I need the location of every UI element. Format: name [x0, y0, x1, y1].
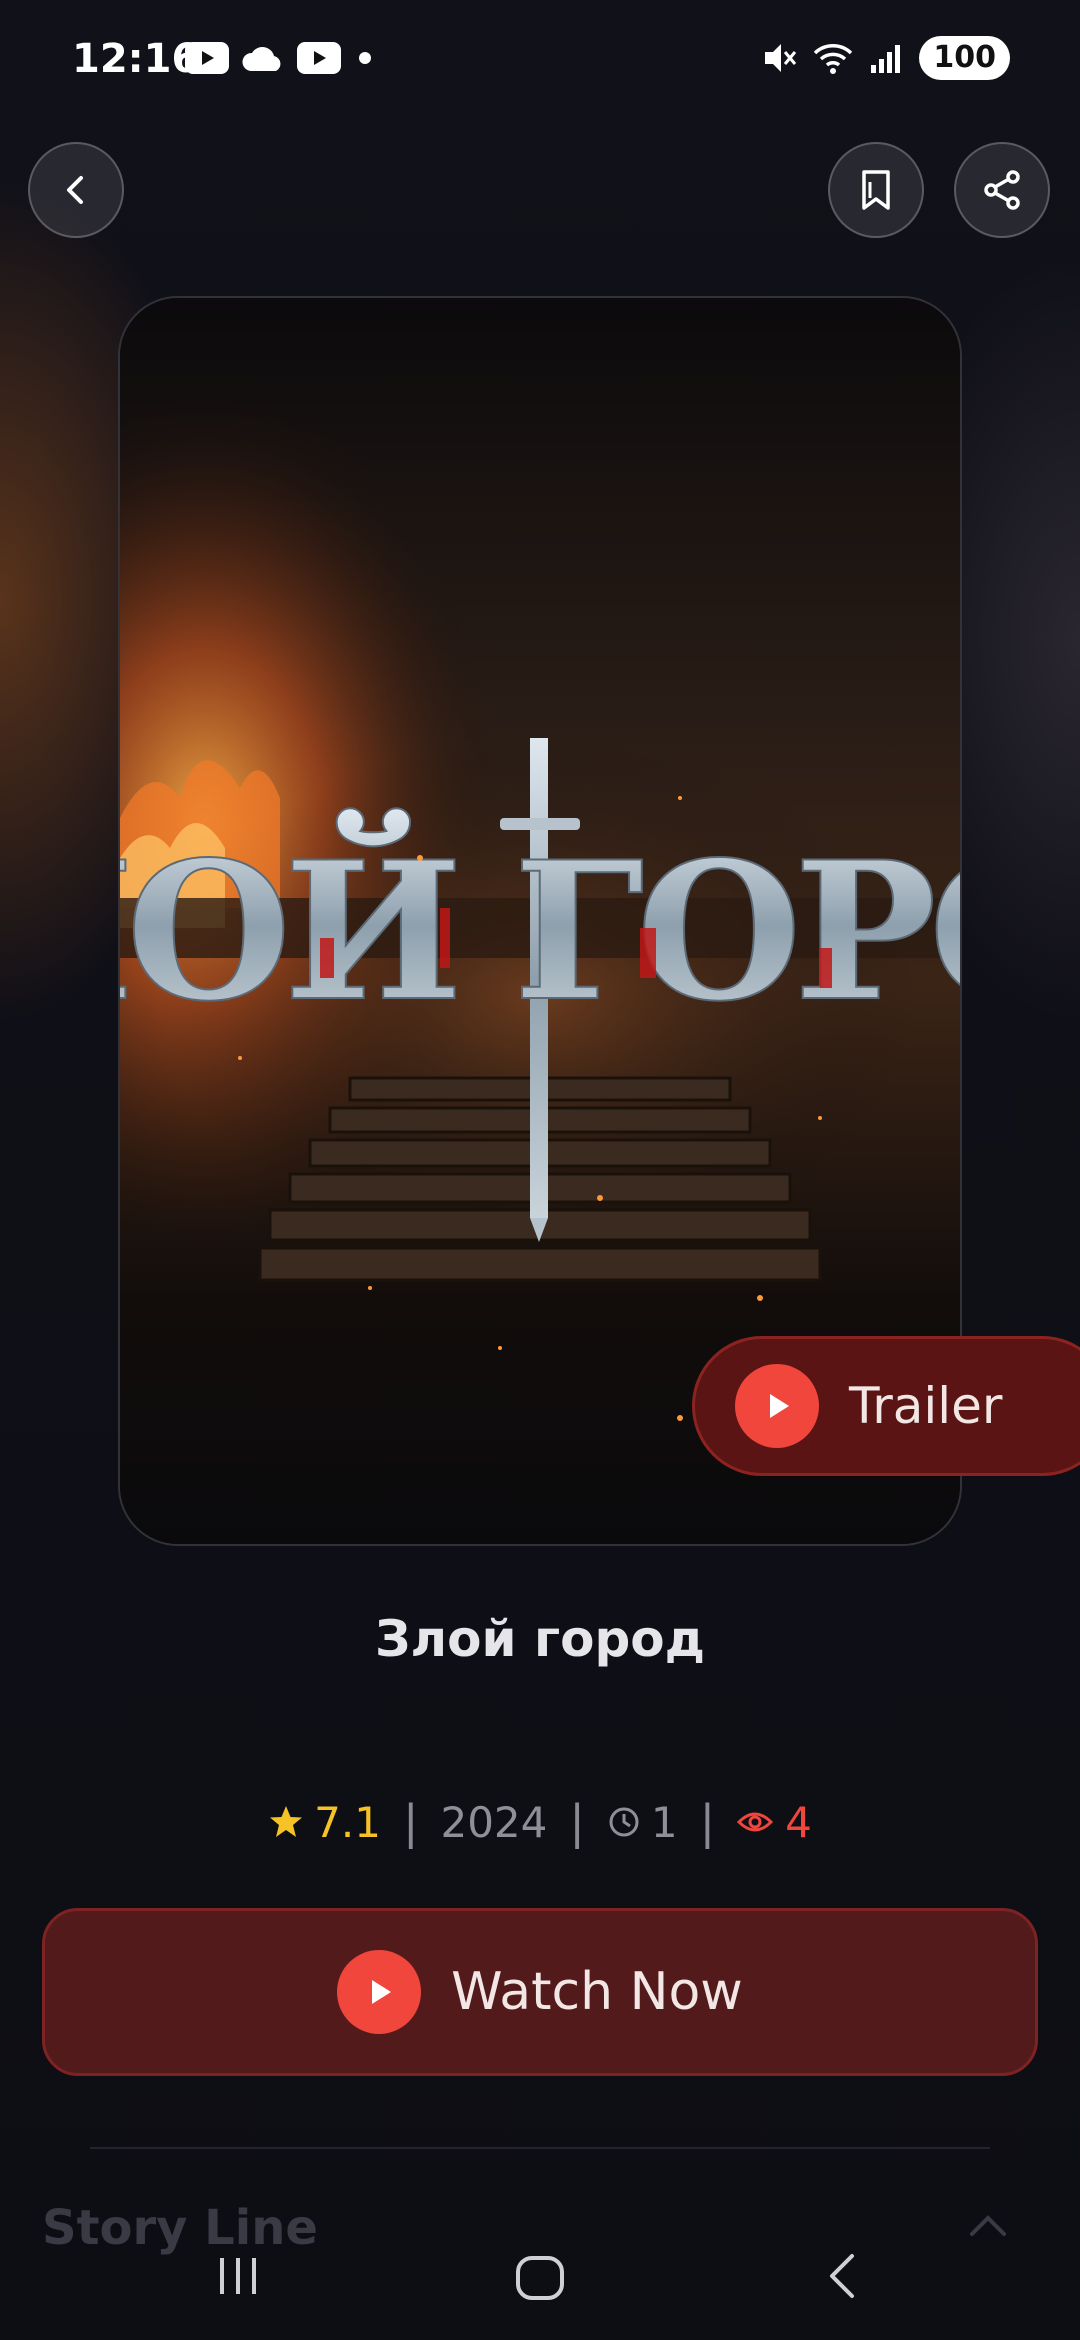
share-button[interactable]: [954, 142, 1050, 238]
rating: 7.1: [268, 1798, 381, 1847]
watch-now-label: Watch Now: [451, 1962, 743, 2022]
back-nav-icon[interactable]: [818, 2250, 870, 2302]
movie-meta: 7.1 | 2024 | 1 | 4: [0, 1792, 1080, 1852]
views-value: 4: [785, 1797, 812, 1847]
recent-apps-icon[interactable]: [212, 2250, 264, 2302]
battery-indicator: 100: [919, 36, 1010, 80]
share-icon: [984, 170, 1020, 210]
star-icon: [270, 1806, 303, 1837]
separator: |: [402, 1795, 419, 1849]
bookmark-icon: [862, 170, 890, 210]
cloud-icon: [242, 47, 281, 71]
play-icon: [337, 1950, 422, 2034]
separator: |: [569, 1795, 585, 1849]
notification-icons: [185, 42, 377, 74]
status-time: 12:16: [72, 36, 200, 82]
poster-title-art: ЗЛОЙ ГОРОД: [120, 809, 962, 1043]
home-icon[interactable]: [512, 2250, 568, 2306]
back-button[interactable]: [28, 142, 124, 238]
wifi-icon: [814, 44, 853, 74]
divider: [90, 2147, 990, 2149]
rating-value: 7.1: [314, 1797, 381, 1847]
clock-icon: [609, 1807, 639, 1837]
separator: |: [699, 1795, 716, 1849]
release-year: 2024: [440, 1797, 548, 1847]
eye-icon: [737, 1812, 774, 1832]
signal-icon: [871, 45, 901, 73]
mute-icon: [765, 44, 797, 72]
status-bar: 12:16 100: [0, 0, 1080, 120]
movie-title: Злой город: [375, 1610, 705, 1668]
system-nav-bar: [0, 2230, 1080, 2340]
movie-detail-screen: 12:16 100 ОЙ ГОР Trailer Злой город 7.1 …: [0, 0, 1080, 2340]
youtube-icon: [185, 42, 229, 74]
trailer-label: Trailer: [849, 1377, 1003, 1435]
chevron-left-icon: [67, 176, 83, 204]
bookmark-button[interactable]: [828, 142, 924, 238]
episodes-value: 1: [650, 1797, 678, 1847]
watch-now-button[interactable]: Watch Now: [42, 1908, 1038, 2076]
trailer-button[interactable]: Trailer: [692, 1336, 1080, 1476]
youtube-icon: [297, 42, 341, 74]
episodes: 1: [607, 1798, 678, 1847]
play-icon: [735, 1364, 819, 1448]
views: 4: [737, 1798, 812, 1847]
dot-icon: [359, 52, 371, 64]
system-icons: 100: [761, 36, 1010, 80]
